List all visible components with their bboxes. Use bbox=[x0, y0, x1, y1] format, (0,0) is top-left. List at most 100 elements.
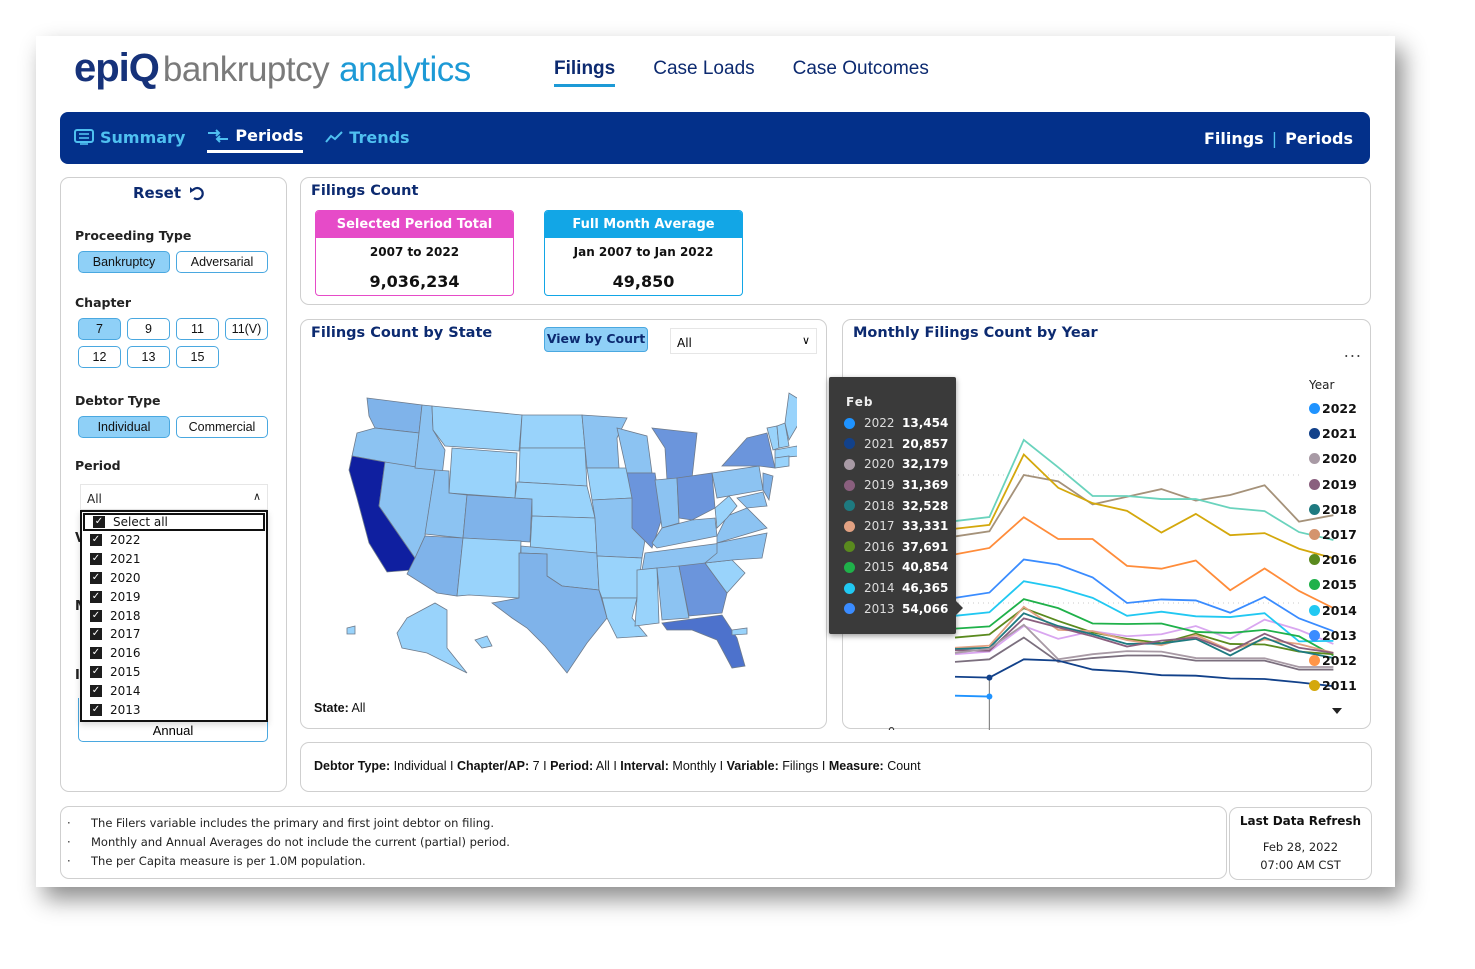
nav-filings[interactable]: Filings bbox=[554, 58, 616, 87]
period-option-label: 2020 bbox=[110, 570, 141, 585]
state-HI bbox=[474, 635, 493, 649]
legend-label: 2012 bbox=[1322, 652, 1357, 668]
period-select[interactable]: All ∧ bbox=[80, 484, 268, 510]
tab-summary-label: Summary bbox=[100, 127, 186, 147]
chapter-15-button[interactable]: 15 bbox=[176, 346, 219, 368]
sub-nav-bar: Summary Periods Trends Filings | Periods bbox=[60, 112, 1370, 164]
view-by-court-button[interactable]: View by Court bbox=[544, 327, 648, 352]
note-text: The per Capita measure is per 1.0M popul… bbox=[91, 854, 366, 868]
context-separator: I bbox=[719, 759, 724, 773]
legend-item[interactable]: 2017 bbox=[1309, 522, 1357, 547]
state-HI-small bbox=[346, 625, 356, 635]
checkbox-checked-icon[interactable]: ✓ bbox=[90, 609, 102, 622]
kpi-header: Full Month Average bbox=[545, 211, 742, 238]
legend-item[interactable]: 2015 bbox=[1309, 572, 1357, 597]
tooltip-dot-icon bbox=[844, 561, 855, 573]
state-AK bbox=[396, 602, 468, 674]
tab-summary[interactable]: Summary bbox=[74, 126, 185, 153]
period-option[interactable]: ✓ 2020 bbox=[82, 569, 266, 588]
logo-text-analytics: analytics bbox=[339, 50, 471, 89]
kpi-subtitle: 2007 to 2022 bbox=[369, 245, 460, 259]
tooltip-year: 2014 bbox=[864, 581, 895, 596]
checkbox-checked-icon[interactable]: ✓ bbox=[90, 684, 102, 697]
tooltip-row: 2022 13,454 bbox=[829, 413, 956, 434]
legend-item[interactable]: 2020 bbox=[1309, 446, 1357, 471]
legend-dot-icon bbox=[1309, 529, 1320, 541]
tooltip-month: Feb bbox=[846, 395, 874, 409]
legend-item[interactable]: 2011 bbox=[1309, 673, 1357, 698]
checkbox-checked-icon[interactable]: ✓ bbox=[93, 516, 105, 528]
period-option[interactable]: ✓ 2019 bbox=[82, 587, 266, 606]
period-option-label: Select all bbox=[113, 515, 168, 529]
checkbox-checked-icon[interactable]: ✓ bbox=[90, 665, 102, 678]
checkbox-checked-icon[interactable]: ✓ bbox=[90, 590, 102, 603]
legend-dot-icon bbox=[1309, 453, 1320, 465]
period-option[interactable]: ✓ 2013 bbox=[82, 700, 266, 719]
chapter-12-button[interactable]: 12 bbox=[78, 346, 121, 368]
period-option[interactable]: ✓ 2015 bbox=[82, 663, 266, 682]
legend-item[interactable]: 2019 bbox=[1309, 472, 1357, 497]
legend-item[interactable]: 2016 bbox=[1309, 547, 1357, 572]
tab-trends[interactable]: Trends bbox=[325, 126, 410, 153]
nav-case-loads[interactable]: Case Loads bbox=[653, 58, 754, 87]
tooltip-value: 46,365 bbox=[902, 581, 949, 596]
legend-dot-icon bbox=[1309, 428, 1320, 440]
debtor-individual-button[interactable]: Individual bbox=[78, 416, 170, 438]
chapter-13-button[interactable]: 13 bbox=[127, 346, 170, 368]
tab-periods[interactable]: Periods bbox=[207, 126, 304, 153]
period-option[interactable]: ✓ 2021 bbox=[82, 550, 266, 569]
us-choropleth-map[interactable] bbox=[327, 378, 797, 678]
chapter-11-button[interactable]: 11 bbox=[176, 318, 219, 340]
legend-scroll-down-icon[interactable] bbox=[1332, 708, 1342, 714]
note-item: · Monthly and Annual Averages do not incl… bbox=[67, 835, 510, 849]
legend-item[interactable]: 2012 bbox=[1309, 648, 1357, 673]
legend-label: 2019 bbox=[1322, 476, 1357, 492]
nav-case-outcomes[interactable]: Case Outcomes bbox=[793, 58, 929, 87]
hover-point-2021 bbox=[986, 674, 993, 681]
legend-item[interactable]: 2014 bbox=[1309, 598, 1357, 623]
period-option-label: 2018 bbox=[110, 608, 141, 623]
chapter-7-button[interactable]: 7 bbox=[78, 318, 121, 340]
reset-button[interactable]: Reset bbox=[133, 184, 205, 202]
tooltip-dot-icon bbox=[844, 479, 855, 491]
tooltip-year: 2016 bbox=[864, 539, 895, 554]
context-key: Variable: bbox=[726, 759, 779, 773]
state-select[interactable]: All ∨ bbox=[670, 328, 817, 354]
checkbox-checked-icon[interactable]: ✓ bbox=[90, 553, 102, 566]
period-option[interactable]: ✓ 2017 bbox=[82, 625, 266, 644]
legend-item[interactable]: 2022 bbox=[1309, 396, 1357, 421]
checkbox-checked-icon[interactable]: ✓ bbox=[90, 534, 102, 547]
proceeding-bankruptcy-button[interactable]: Bankruptcy bbox=[78, 251, 170, 273]
legend-item[interactable]: 2018 bbox=[1309, 497, 1357, 522]
chapter-9-button[interactable]: 9 bbox=[127, 318, 170, 340]
period-option[interactable]: ✓ 2016 bbox=[82, 644, 266, 663]
context-key: Debtor Type: bbox=[314, 759, 391, 773]
period-option[interactable]: ✓ 2018 bbox=[82, 606, 266, 625]
context-separator: I bbox=[613, 759, 617, 773]
context-value: All bbox=[595, 759, 610, 773]
tooltip-dot-icon bbox=[844, 438, 855, 450]
tooltip-dot-icon bbox=[844, 541, 855, 553]
checkbox-checked-icon[interactable]: ✓ bbox=[90, 703, 102, 716]
proceeding-adversarial-button[interactable]: Adversarial bbox=[176, 251, 268, 273]
checkbox-checked-icon[interactable]: ✓ bbox=[90, 628, 102, 641]
period-option-label: 2017 bbox=[110, 627, 141, 642]
checkbox-checked-icon[interactable]: ✓ bbox=[90, 647, 102, 660]
state-MT bbox=[431, 405, 523, 452]
legend-label: 2021 bbox=[1322, 426, 1357, 442]
select-all-option[interactable]: ✓ Select all bbox=[83, 513, 265, 531]
state-OH bbox=[676, 472, 716, 521]
tooltip-year: 2022 bbox=[864, 416, 895, 431]
chapter-11v-button[interactable]: 11(V) bbox=[225, 318, 268, 340]
checkbox-checked-icon[interactable]: ✓ bbox=[90, 571, 102, 584]
legend-item[interactable]: 2021 bbox=[1309, 421, 1357, 446]
debtor-commercial-button[interactable]: Commercial bbox=[176, 416, 268, 438]
legend-item[interactable]: 2013 bbox=[1309, 623, 1357, 648]
period-option[interactable]: ✓ 2022 bbox=[82, 531, 266, 550]
annual-button[interactable]: Annual bbox=[78, 722, 268, 742]
tab-trends-label: Trends bbox=[349, 127, 410, 147]
kpi-selected-period-total: Selected Period Total 2007 to 2022 9,036… bbox=[315, 210, 514, 296]
period-option[interactable]: ✓ 2014 bbox=[82, 681, 266, 700]
hover-point-2022 bbox=[986, 693, 993, 700]
top-nav: Filings Case Loads Case Outcomes bbox=[554, 58, 929, 87]
